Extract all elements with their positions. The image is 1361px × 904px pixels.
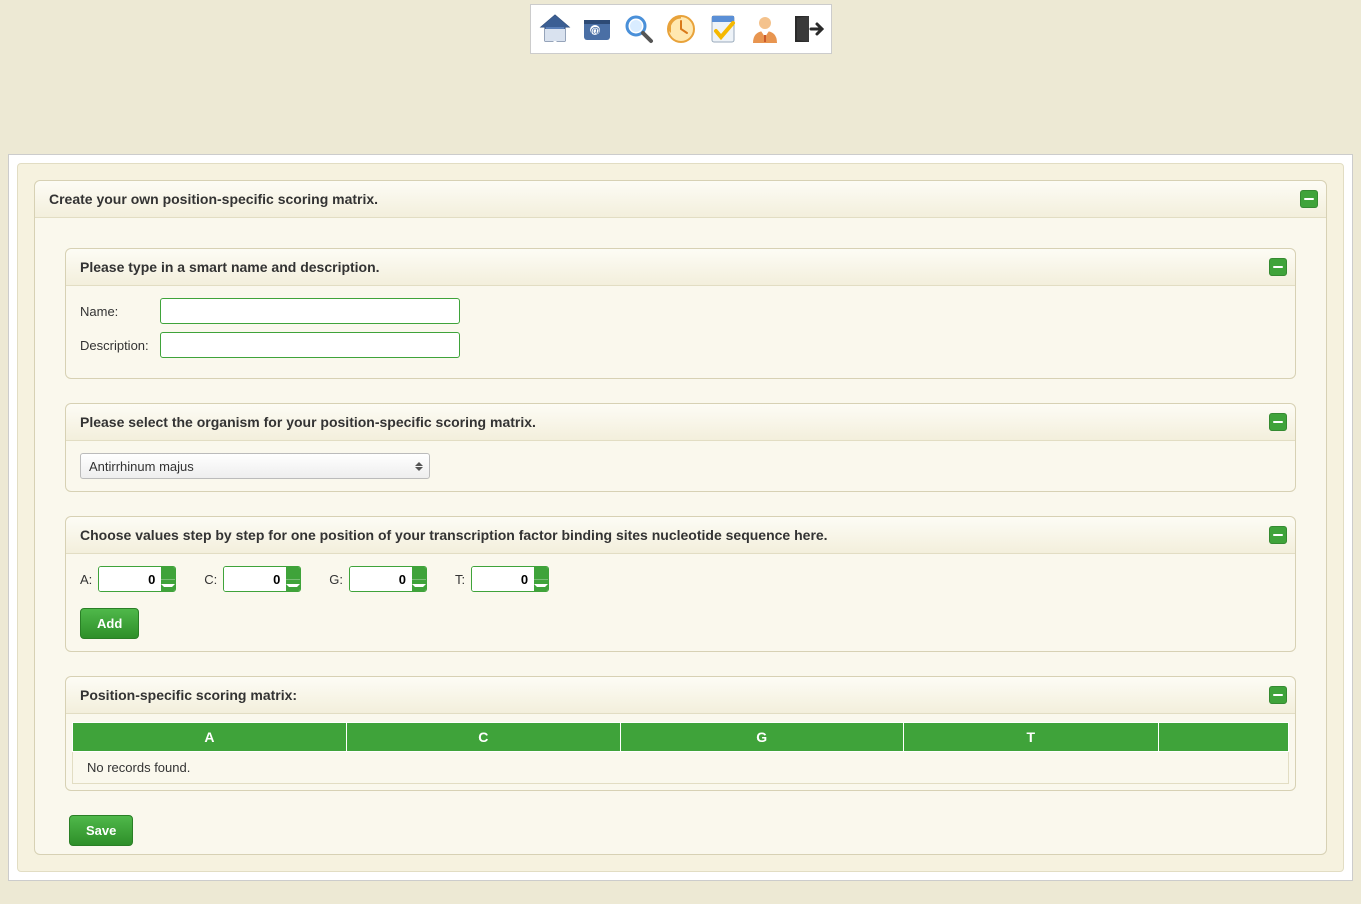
no-records-message: No records found. <box>72 752 1289 784</box>
page-container: Create your own position-specific scorin… <box>8 154 1353 881</box>
collapse-toggle-icon[interactable] <box>1269 686 1287 704</box>
svg-text:@: @ <box>590 26 600 37</box>
save-button[interactable]: Save <box>69 815 133 846</box>
spin-down-icon[interactable] <box>534 580 548 592</box>
panel-title-main: Create your own position-specific scorin… <box>35 181 1326 218</box>
add-button[interactable]: Add <box>80 608 139 639</box>
spin-up-icon[interactable] <box>161 567 175 580</box>
input-t[interactable] <box>472 567 534 591</box>
col-g: G <box>620 723 903 752</box>
spin-down-icon[interactable] <box>161 580 175 592</box>
exit-icon[interactable] <box>787 9 827 49</box>
description-label: Description: <box>80 338 160 353</box>
collapse-toggle-icon[interactable] <box>1269 413 1287 431</box>
collapse-toggle-icon[interactable] <box>1269 258 1287 276</box>
mail-icon[interactable]: @ <box>577 9 617 49</box>
tasks-icon[interactable] <box>703 9 743 49</box>
input-a[interactable] <box>99 567 161 591</box>
main-panel: Create your own position-specific scorin… <box>34 180 1327 855</box>
name-label: Name: <box>80 304 160 319</box>
label-a: A: <box>80 572 92 587</box>
label-g: G: <box>329 572 343 587</box>
select-arrows-icon <box>412 456 426 476</box>
input-g[interactable] <box>350 567 412 591</box>
spinner-c <box>223 566 301 592</box>
main-title: Create your own position-specific scorin… <box>49 191 378 207</box>
col-actions <box>1159 723 1289 752</box>
section-values: Choose values step by step for one posit… <box>65 516 1296 652</box>
section-matrix: Position-specific scoring matrix: A C G … <box>65 676 1296 791</box>
input-c[interactable] <box>224 567 286 591</box>
matrix-table: A C G T <box>72 722 1289 752</box>
col-c: C <box>346 723 620 752</box>
organism-selected-value: Antirrhinum majus <box>89 459 194 474</box>
spinner-a <box>98 566 176 592</box>
collapse-toggle-icon[interactable] <box>1269 526 1287 544</box>
spin-up-icon[interactable] <box>412 567 426 580</box>
section-name-desc: Please type in a smart name and descript… <box>65 248 1296 379</box>
section-organism: Please select the organism for your posi… <box>65 403 1296 492</box>
spin-up-icon[interactable] <box>286 567 300 580</box>
col-a: A <box>73 723 347 752</box>
user-icon[interactable] <box>745 9 785 49</box>
home-icon[interactable] <box>535 9 575 49</box>
section-title: Position-specific scoring matrix: <box>80 687 297 703</box>
top-toolbar: @ <box>530 4 832 54</box>
label-t: T: <box>455 572 465 587</box>
collapse-toggle-icon[interactable] <box>1300 190 1318 208</box>
label-c: C: <box>204 572 217 587</box>
spin-down-icon[interactable] <box>286 580 300 592</box>
name-input[interactable] <box>160 298 460 324</box>
organism-select[interactable]: Antirrhinum majus <box>80 453 430 479</box>
col-t: T <box>903 723 1158 752</box>
description-input[interactable] <box>160 332 460 358</box>
history-icon[interactable] <box>661 9 701 49</box>
spinner-g <box>349 566 427 592</box>
spin-up-icon[interactable] <box>534 567 548 580</box>
section-title: Please select the organism for your posi… <box>80 414 536 430</box>
search-icon[interactable] <box>619 9 659 49</box>
spinner-t <box>471 566 549 592</box>
section-title: Please type in a smart name and descript… <box>80 259 380 275</box>
section-title: Choose values step by step for one posit… <box>80 527 828 543</box>
spin-down-icon[interactable] <box>412 580 426 592</box>
